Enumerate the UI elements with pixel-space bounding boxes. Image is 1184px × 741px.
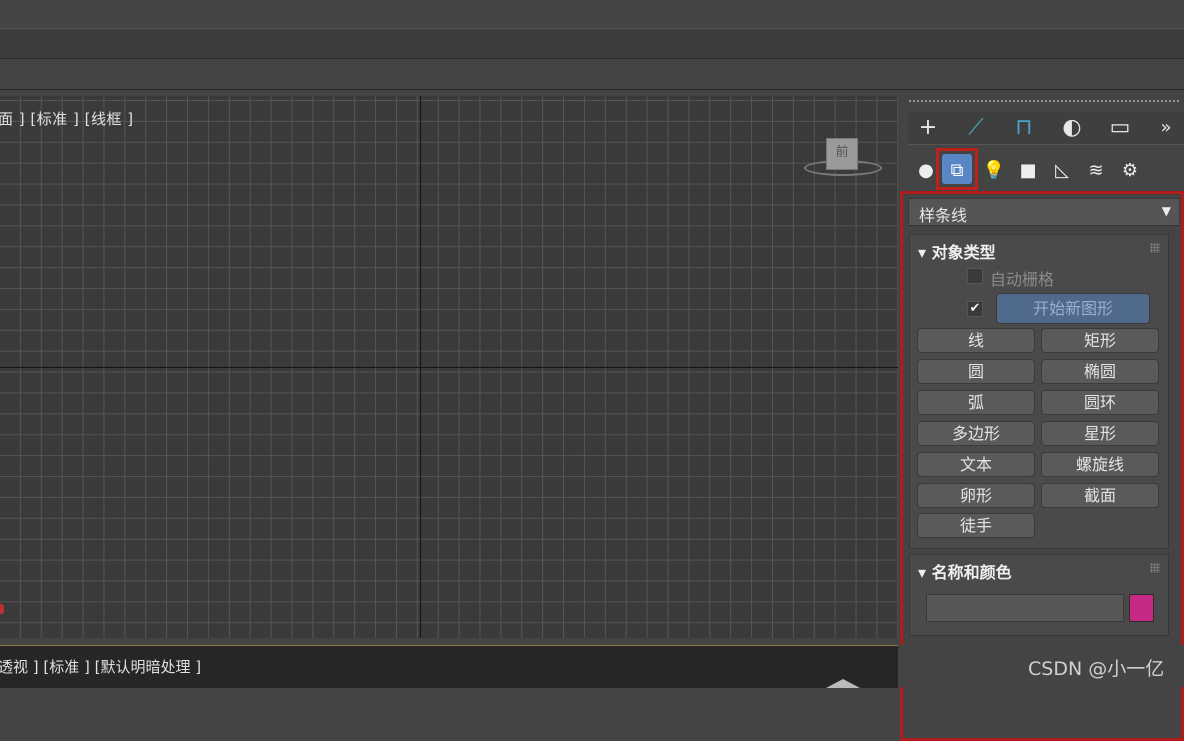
circle-button[interactable]: 圆 — [917, 359, 1035, 384]
object-type-header-label: 对象类型 — [931, 243, 996, 262]
create-tab-icon[interactable]: + — [910, 112, 946, 144]
dropdown-value: 样条线 — [919, 206, 968, 225]
rollout-grip-icon[interactable] — [1150, 563, 1160, 573]
modify-tab-icon[interactable]: ⟋ — [958, 112, 994, 144]
rollout-grip-icon[interactable] — [1150, 243, 1160, 253]
name-and-color-header[interactable]: ▾ 名称和颜色 — [918, 559, 1012, 583]
star-button[interactable]: 星形 — [1041, 421, 1159, 446]
rectangle-button[interactable]: 矩形 — [1041, 328, 1159, 353]
panel-drag-handle[interactable] — [908, 99, 1180, 104]
main-menu-bar — [0, 29, 1184, 59]
shape-category-dropdown[interactable]: 样条线 ▼ — [908, 198, 1180, 226]
grid-axis-horizontal — [0, 367, 898, 368]
start-new-shape-checkbox[interactable]: ✔ — [967, 301, 983, 317]
object-color-swatch[interactable] — [1129, 594, 1154, 622]
ellipse-button[interactable]: 椭圆 — [1041, 359, 1159, 384]
display-tab-icon[interactable]: ▭ — [1102, 112, 1138, 144]
line-button[interactable]: 线 — [917, 328, 1035, 353]
text-button[interactable]: 文本 — [917, 452, 1035, 477]
arc-button[interactable]: 弧 — [917, 390, 1035, 415]
viewcube[interactable]: 前 — [826, 138, 858, 170]
viewport-label[interactable]: 面 ] [标准 ] [线框 ] — [0, 108, 134, 129]
start-new-shape-button[interactable]: 开始新图形 — [996, 293, 1150, 324]
watermark: CSDN @小一亿 — [1028, 658, 1165, 680]
egg-button[interactable]: 卵形 — [917, 483, 1035, 508]
auto-grid-label: 自动栅格 — [990, 270, 1055, 289]
name-and-color-header-label: 名称和颜色 — [931, 563, 1012, 582]
axis-gizmo-marker — [0, 604, 4, 614]
title-bar — [0, 0, 1184, 29]
donut-button[interactable]: 圆环 — [1041, 390, 1159, 415]
spacewarps-icon[interactable]: ≋ — [1081, 156, 1111, 186]
object-name-input[interactable] — [926, 594, 1124, 622]
systems-icon[interactable]: ⚙ — [1115, 156, 1145, 186]
front-viewport[interactable]: 面 ] [标准 ] [线框 ] 前 — [0, 96, 898, 638]
motion-tab-icon[interactable]: ◐ — [1054, 112, 1090, 144]
main-toolbar — [0, 59, 1184, 90]
auto-grid-checkbox[interactable] — [967, 268, 983, 284]
perspective-viewport-header[interactable]: 透视 ] [标准 ] [默认明暗处理 ] — [0, 645, 898, 688]
command-panel-tabs: + ⟋ ⊓ ◐ ▭ » — [908, 112, 1184, 145]
cameras-icon[interactable]: ■ — [1013, 156, 1043, 186]
shapes-icon[interactable]: ⧉ — [942, 156, 972, 186]
chevron-down-icon: ▼ — [1161, 204, 1171, 218]
helpers-icon[interactable]: ◺ — [1047, 156, 1077, 186]
lights-icon[interactable]: 💡 — [979, 156, 1009, 186]
more-tabs-icon[interactable]: » — [1148, 112, 1184, 144]
section-button[interactable]: 截面 — [1041, 483, 1159, 508]
command-panel: + ⟋ ⊓ ◐ ▭ » ● ⧉ 💡 ■ ◺ ≋ ⚙ 样条线 ▼ ▾ 对象类型 自… — [900, 96, 1184, 741]
helix-button[interactable]: 螺旋线 — [1041, 452, 1159, 477]
perspective-viewport-label[interactable]: 透视 ] [标准 ] [默认明暗处理 ] — [0, 656, 201, 677]
object-type-header[interactable]: ▾ 对象类型 — [918, 239, 996, 263]
ngon-button[interactable]: 多边形 — [917, 421, 1035, 446]
hierarchy-tab-icon[interactable]: ⊓ — [1006, 112, 1042, 144]
freehand-button[interactable]: 徒手 — [917, 513, 1035, 538]
